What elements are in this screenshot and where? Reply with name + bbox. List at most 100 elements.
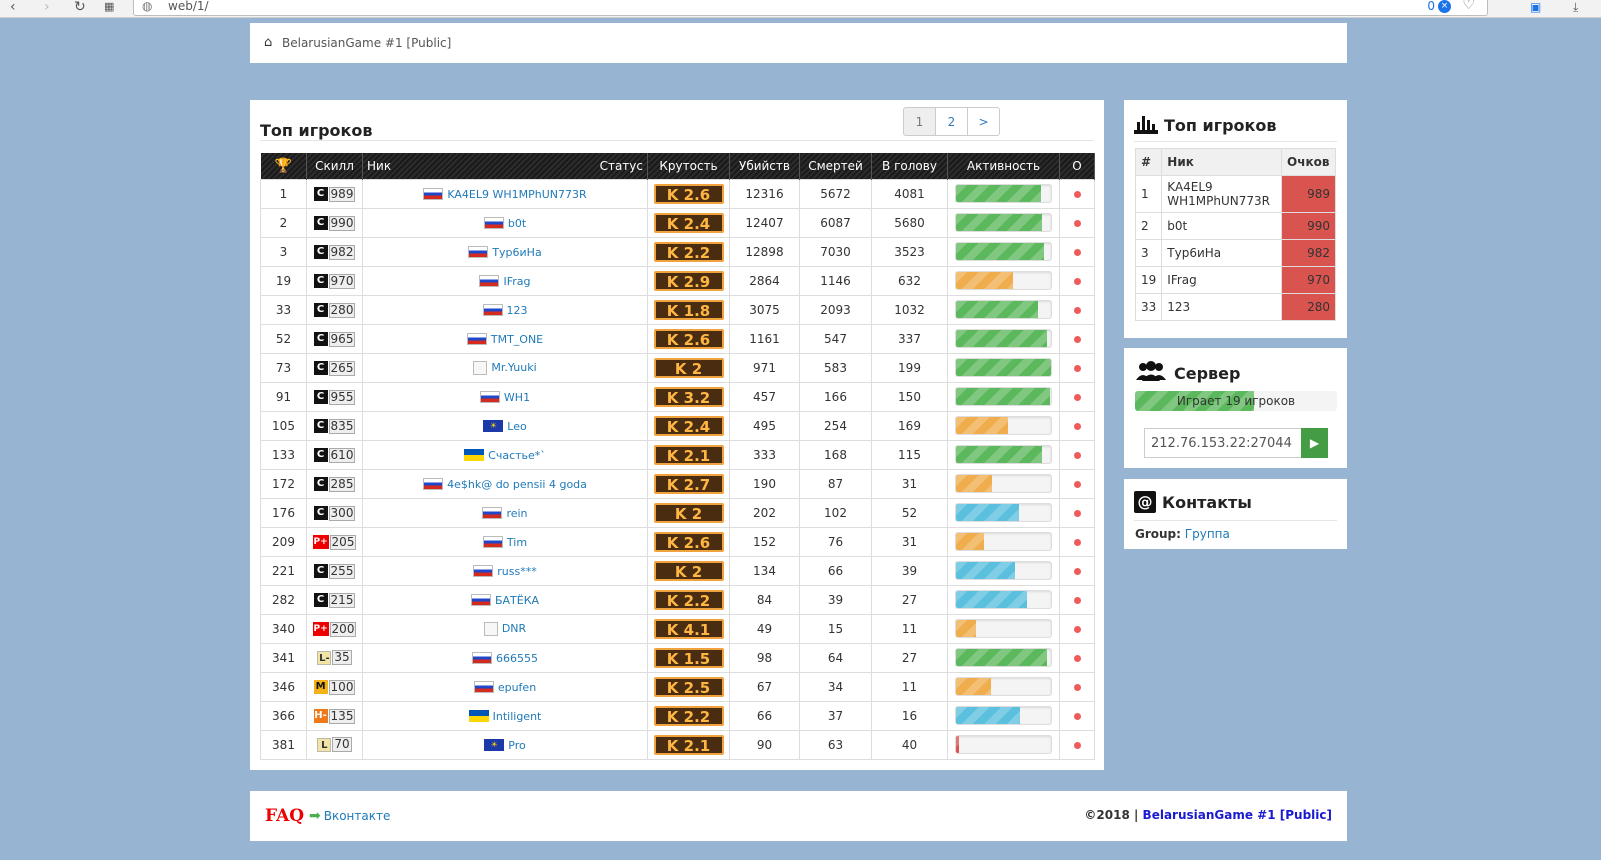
vk-link[interactable]: ➡ Вконтакте [309, 808, 390, 824]
address-bar[interactable]: ◍ web/1/ 0 × ♡ [133, 0, 1488, 16]
player-link[interactable]: TMT_ONE [491, 333, 543, 346]
player-link[interactable]: 123 [507, 304, 528, 317]
col-online[interactable]: О [1059, 153, 1095, 179]
skill-cell: C 280 [306, 294, 363, 325]
table-row: 1 C 989 KA4EL9 WH1MPhUN773R K 2.6 12316 5672 40… [260, 178, 1095, 209]
rating-badge: K 2.1 [653, 734, 724, 755]
back-icon[interactable]: ‹ [10, 0, 16, 14]
mini-nick[interactable]: 123 [1161, 293, 1282, 321]
player-link[interactable]: russ*** [497, 565, 536, 578]
breadcrumb-title[interactable]: BelarusianGame #1 [Public] [282, 36, 451, 50]
activity-bar [955, 590, 1052, 609]
mini-nick[interactable]: IFrag [1161, 266, 1282, 294]
clear-icon[interactable]: × [1438, 0, 1451, 13]
offline-status-icon [1073, 596, 1081, 604]
page-2-button[interactable]: 2 [935, 107, 968, 136]
col-nick-label[interactable]: Ник [367, 159, 391, 173]
offline-status-icon [1073, 451, 1081, 459]
col-skill[interactable]: Скилл [306, 153, 363, 179]
activity-fill [956, 562, 1015, 579]
activity-bar [955, 271, 1052, 290]
player-link[interactable]: Intiligent [493, 710, 542, 723]
nick-cell: WH1 [362, 381, 648, 412]
headshots-cell: 5680 [871, 207, 948, 238]
headshots-cell: 199 [871, 352, 948, 383]
rank-cell: 1 [260, 178, 307, 209]
rating-cell: K 2.5 [647, 671, 730, 702]
rank-cell: 3 [260, 236, 307, 267]
player-link[interactable]: Leo [507, 420, 526, 433]
headshots-cell: 11 [871, 671, 948, 702]
col-rating[interactable]: Крутость [647, 153, 730, 179]
player-link[interactable]: KA4EL9 WH1MPhUN773R [447, 188, 586, 201]
vk-link-label[interactable]: Вконтакте [324, 809, 391, 823]
page-1-button[interactable]: 1 [903, 107, 936, 136]
player-link[interactable]: epufen [498, 681, 536, 694]
kills-cell: 67 [729, 671, 800, 702]
url-text[interactable]: web/1/ [168, 0, 209, 13]
rating-badge: K 2.4 [653, 212, 724, 233]
deaths-cell: 102 [799, 497, 872, 528]
player-link[interactable]: WH1 [504, 391, 530, 404]
sidebar-top-label: Топ игроков [1164, 115, 1277, 135]
col-nick[interactable]: Ник Статус [362, 153, 648, 179]
player-link[interactable]: IFrag [503, 275, 530, 288]
player-link[interactable]: 666555 [496, 652, 538, 665]
extension-icon[interactable]: ▣ [1530, 0, 1541, 14]
rating-cell: K 3.2 [647, 381, 730, 412]
skill-value: 990 [328, 215, 356, 231]
kills-cell: 3075 [729, 294, 800, 325]
rank-cell: 221 [260, 555, 307, 586]
player-link[interactable]: Tim [507, 536, 527, 549]
forward-icon[interactable]: › [44, 0, 50, 14]
player-link[interactable]: DNR [502, 622, 526, 635]
online-cell [1059, 497, 1095, 528]
skill-cell: C 955 [306, 381, 363, 412]
home-icon[interactable]: ⌂ [264, 35, 272, 50]
mini-table-row: 19 IFrag 970 [1134, 266, 1336, 294]
player-link[interactable]: 4e$hk@ do pensii 4 goda [447, 478, 587, 491]
reload-icon[interactable]: ↻ [74, 0, 86, 14]
skill-badge: P+ [312, 622, 329, 637]
player-link[interactable]: Счастье*` [488, 449, 546, 462]
skill-cell: C 970 [306, 265, 363, 296]
player-link[interactable]: b0t [508, 217, 526, 230]
mini-nick[interactable]: Тур6иНа [1161, 239, 1282, 267]
faq-link[interactable]: FAQ [265, 806, 304, 826]
player-link[interactable]: Mr.Yuuki [491, 361, 536, 374]
col-deaths[interactable]: Смертей [799, 153, 872, 179]
tabs-grid-icon[interactable]: ▦ [104, 0, 114, 14]
activity-fill [956, 678, 992, 695]
skill-value: 982 [328, 244, 356, 260]
headshots-cell: 115 [871, 439, 948, 470]
table-row: 19 C 970 IFrag K 2.9 2864 1146 632 [260, 265, 1095, 296]
col-status-label[interactable]: Статус [600, 159, 647, 173]
rating-cell: K 2.2 [647, 700, 730, 731]
group-link[interactable]: Группа [1185, 527, 1230, 541]
server-address-input[interactable] [1144, 428, 1302, 458]
headshots-cell: 632 [871, 265, 948, 296]
skill-badge: C [313, 419, 328, 434]
favorite-icon[interactable]: ♡ [1462, 0, 1475, 13]
player-link[interactable]: Тур6иНа [492, 246, 541, 259]
mini-top-table: # Ник Очков 1 KA4EL9 WH1MPhUN773R 989 2 b0t 9… [1134, 148, 1336, 321]
mini-rank: 2 [1134, 212, 1163, 240]
skill-badge: M [313, 680, 328, 695]
next-page-button[interactable]: > [967, 107, 1000, 136]
col-activity[interactable]: Активность [947, 153, 1060, 179]
col-kills[interactable]: Убийств [729, 153, 800, 179]
connect-button[interactable]: ▶ [1301, 428, 1328, 458]
server-name-link[interactable]: BelarusianGame #1 [Public] [1143, 808, 1332, 822]
nick-cell: Mr.Yuuki [362, 352, 648, 383]
mini-nick[interactable]: b0t [1161, 212, 1282, 240]
col-headshots[interactable]: В голову [871, 153, 948, 179]
activity-cell [947, 265, 1060, 296]
player-link[interactable]: rein [506, 507, 527, 520]
player-link[interactable]: Pro [508, 739, 525, 752]
activity-fill [956, 620, 976, 637]
zoom-value: 0 [1427, 0, 1435, 13]
skill-value: 280 [328, 302, 356, 318]
mini-nick[interactable]: KA4EL9 WH1MPhUN773R [1161, 175, 1282, 213]
player-link[interactable]: БАТЁКА [495, 594, 539, 607]
download-icon[interactable]: ⤓ [1573, 0, 1578, 14]
